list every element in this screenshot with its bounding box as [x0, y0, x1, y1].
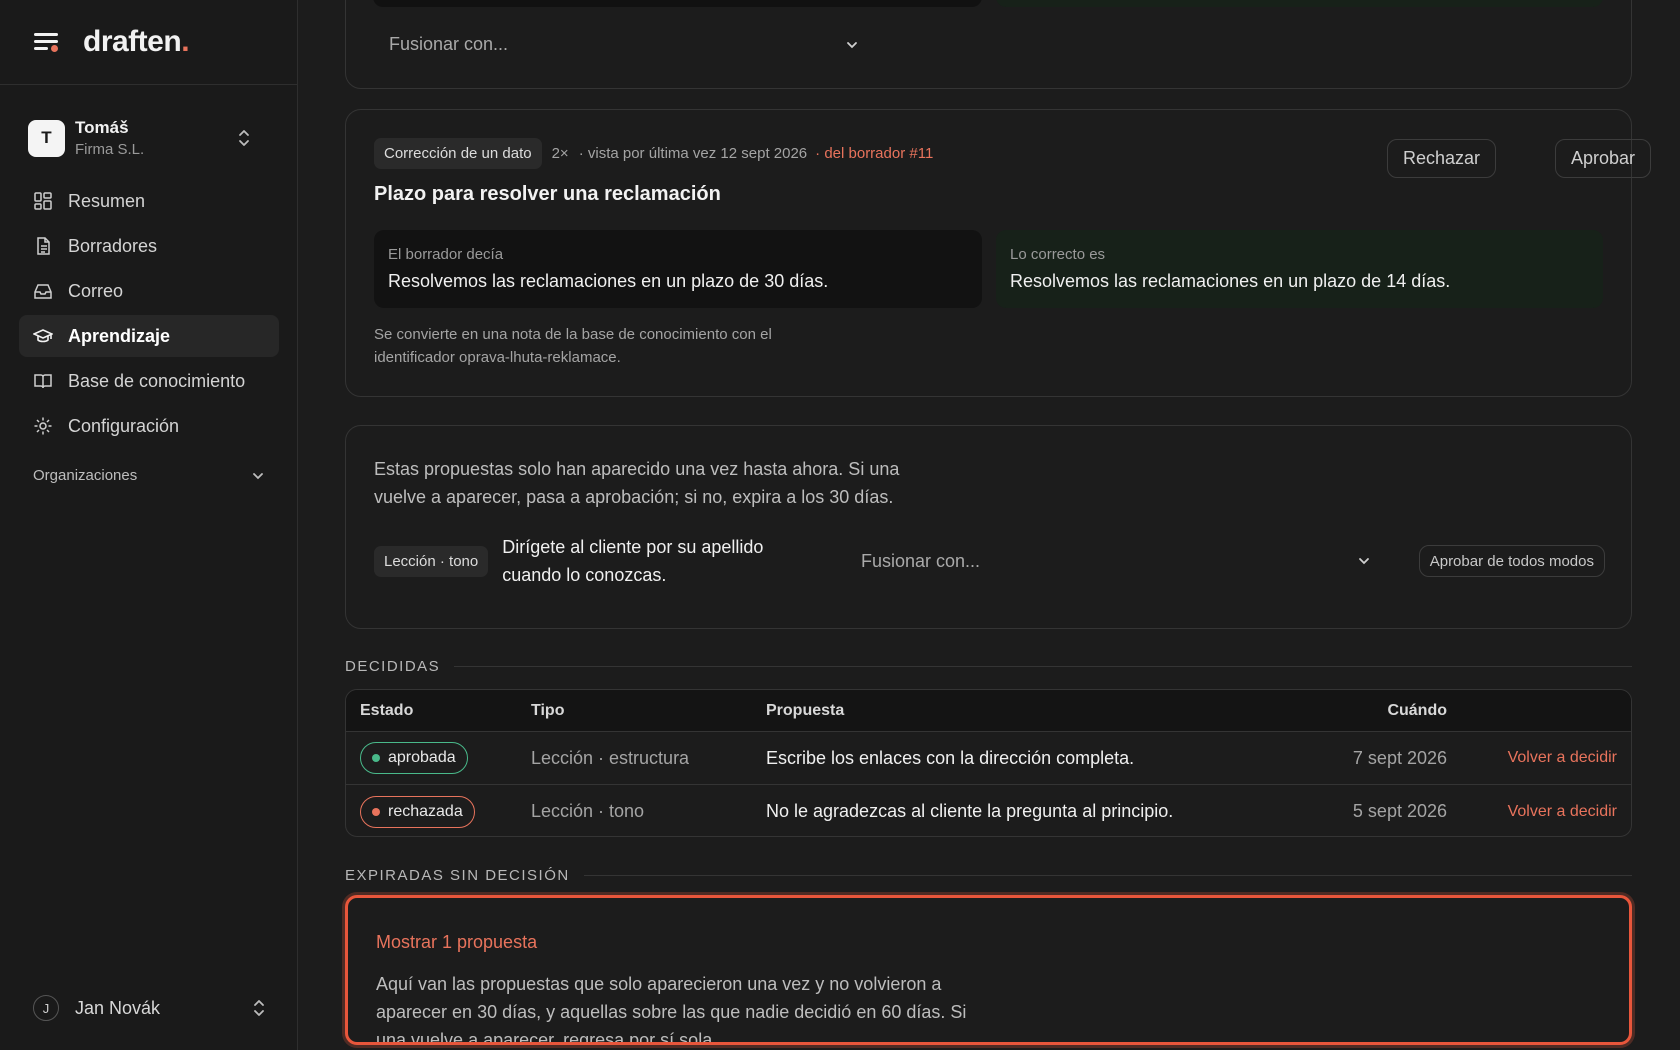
- old-text: Resolvemos las reclamaciones en un plazo…: [388, 271, 829, 291]
- merge-select[interactable]: Fusionar con...: [861, 551, 1371, 572]
- chevron-up-down-icon: [254, 1000, 264, 1016]
- graduation-cap-icon: [33, 329, 53, 343]
- pending-proposal-row: Lección · tono Dirígete al cliente por s…: [374, 531, 1605, 591]
- correct-text: Resolvemos las reclamaciones en un plazo…: [1010, 271, 1451, 291]
- organizations-label: Organizaciones: [33, 467, 138, 484]
- pending-proposals-card: Estas propuestas solo han aparecido una …: [345, 425, 1632, 629]
- status-badge-approved: aprobada: [360, 742, 468, 774]
- nav-item-configuracion[interactable]: Configuración: [19, 405, 279, 447]
- nav-item-correo[interactable]: Correo: [19, 270, 279, 312]
- approve-anyway-button[interactable]: Aprobar de todos modos: [1418, 545, 1605, 577]
- org-avatar: T: [28, 119, 65, 157]
- chevron-up-down-icon: [239, 130, 249, 146]
- reject-button[interactable]: Rechazar: [1387, 139, 1497, 178]
- nav-label: Correo: [68, 280, 124, 301]
- row-proposal: Escribe los enlaces con la dirección com…: [766, 747, 1135, 768]
- table-row: aprobada Lección · estructura Escribe lo…: [346, 732, 1631, 785]
- lesson-text: Dirígete al cliente por su apellido cuan…: [502, 537, 764, 585]
- merge-select[interactable]: Fusionar con...: [389, 34, 859, 55]
- chevron-down-icon: [253, 472, 263, 479]
- correct-text-box: [996, 0, 1603, 7]
- row-date: 5 sept 2026: [1352, 801, 1447, 821]
- organization-switcher[interactable]: T Tomáš Firma S.L.: [28, 116, 278, 160]
- menu-icon[interactable]: [32, 28, 60, 56]
- old-text-label: El borrador decía: [388, 246, 504, 263]
- organizations-toggle[interactable]: Organizaciones: [33, 467, 265, 484]
- nav-label: Base de conocimiento: [68, 370, 246, 391]
- document-icon: [37, 237, 50, 255]
- column-header-when: Cuándo: [1387, 701, 1447, 719]
- fact-correction-card: Corrección de un dato 2× · vista por últ…: [345, 109, 1652, 397]
- book-icon: [34, 374, 52, 389]
- proposal-card-partial: Fusionar con...: [345, 0, 1632, 89]
- old-text-box: El borrador decía Resolvemos las reclama…: [374, 230, 982, 308]
- proposal-meta: Corrección de un dato 2× · vista por últ…: [374, 138, 933, 169]
- knowledge-note-info: Se convierte en una nota de la base de c…: [374, 326, 772, 366]
- user-name: Jan Novák: [75, 997, 161, 1018]
- occurrence-count: 2×: [551, 145, 569, 162]
- correct-text-label: Lo correcto es: [1010, 246, 1106, 263]
- nav-item-aprendizaje[interactable]: Aprendizaje: [19, 315, 279, 357]
- chevron-down-icon: [847, 41, 857, 48]
- show-expired-link[interactable]: Mostrar 1 propuesta: [376, 932, 537, 953]
- main-content: Fusionar con... Corrección de un dato 2×…: [298, 0, 1680, 1050]
- nav-label: Borradores: [68, 235, 158, 256]
- org-subtitle: Firma S.L.: [75, 141, 145, 158]
- nav-label: Aprendizaje: [68, 325, 171, 346]
- expired-proposals-card: Mostrar 1 propuesta Aquí van las propues…: [345, 895, 1632, 1045]
- divider: [583, 875, 1632, 876]
- status-badge-rejected: rechazada: [360, 795, 475, 828]
- row-date: 7 sept 2026: [1352, 747, 1447, 768]
- proposal-type-tag: Lección · tono: [374, 545, 489, 577]
- redecide-link[interactable]: Volver a decidir: [1508, 803, 1617, 821]
- decided-table: Estado Tipo Propuesta Cuándo aprobada Le…: [345, 689, 1632, 837]
- source-draft-link[interactable]: · del borrador #11: [815, 145, 933, 162]
- chevron-down-icon: [1359, 558, 1369, 565]
- merge-placeholder: Fusionar con...: [861, 550, 981, 571]
- nav-item-base-de-conocimiento[interactable]: Base de conocimiento: [19, 360, 279, 402]
- proposal-type-tag: Corrección de un dato: [374, 138, 542, 169]
- user-avatar: J: [33, 995, 59, 1021]
- section-title: EXPIRADAS SIN DECISIÓN: [345, 867, 570, 884]
- correct-text-box: Lo correcto es Resolvemos las reclamacio…: [996, 230, 1603, 308]
- column-header-type: Tipo: [531, 701, 565, 719]
- column-header-state: Estado: [360, 701, 414, 719]
- row-type: Lección · estructura: [531, 747, 690, 768]
- decided-section-header: DECIDIDAS: [345, 658, 1632, 675]
- table-row: rechazada Lección · tono No le agradezca…: [346, 785, 1631, 836]
- section-title: DECIDIDAS: [345, 658, 441, 675]
- nav-label: Configuración: [68, 415, 180, 436]
- divider: [454, 666, 1632, 667]
- main-nav: Resumen Borradores Correo Aprendizaje Ba…: [19, 180, 279, 450]
- table-header: Estado Tipo Propuesta Cuándo: [346, 690, 1631, 732]
- proposal-title: Plazo para resolver una reclamación: [374, 183, 721, 205]
- logo: draften.: [83, 25, 190, 58]
- row-type: Lección · tono: [531, 801, 645, 821]
- expired-description: Aquí van las propuestas que solo apareci…: [376, 974, 967, 1045]
- gear-icon: [34, 417, 52, 435]
- approve-button[interactable]: Aprobar: [1555, 139, 1652, 178]
- nav-item-borradores[interactable]: Borradores: [19, 225, 279, 267]
- sidebar: draften. T Tomáš Firma S.L. Resumen Borr…: [0, 0, 298, 1050]
- merge-placeholder: Fusionar con...: [389, 34, 509, 54]
- user-switcher[interactable]: J Jan Novák: [33, 993, 265, 1023]
- nav-label: Resumen: [68, 190, 146, 211]
- column-header-proposal: Propuesta: [766, 701, 845, 719]
- inbox-icon: [34, 284, 52, 299]
- old-text-box: [373, 0, 982, 7]
- brand-bar: draften.: [0, 0, 297, 85]
- dashboard-icon: [34, 192, 52, 210]
- org-name: Tomáš: [75, 118, 129, 137]
- expired-section-header: EXPIRADAS SIN DECISIÓN: [345, 867, 1632, 884]
- redecide-link[interactable]: Volver a decidir: [1508, 749, 1617, 767]
- last-seen: · vista por última vez 12 sept 2026: [578, 145, 808, 162]
- pending-description: Estas propuestas solo han aparecido una …: [374, 459, 900, 507]
- row-proposal: No le agradezcas al cliente la pregunta …: [766, 801, 1174, 821]
- nav-item-resumen[interactable]: Resumen: [19, 180, 279, 222]
